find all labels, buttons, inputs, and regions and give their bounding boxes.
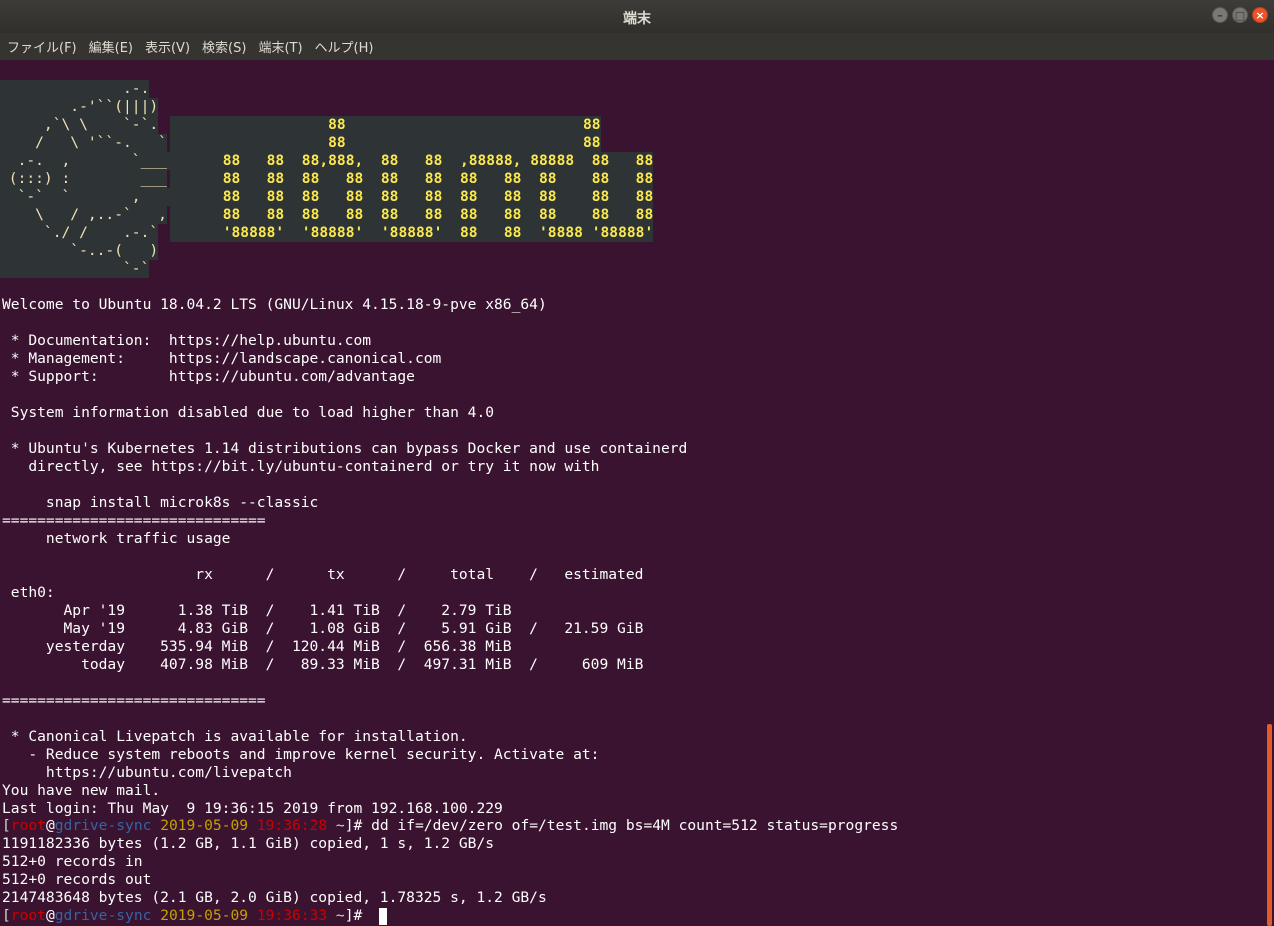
output-line: * Ubuntu's Kubernetes 1.14 distributions…: [2, 440, 688, 457]
output-line: directly, see https://bit.ly/ubuntu-cont…: [2, 458, 600, 475]
menu-help[interactable]: ヘルプ(H): [315, 37, 374, 56]
output-line: - Reduce system reboots and improve kern…: [2, 746, 600, 763]
output-line: Apr '19 1.38 TiB / 1.41 TiB / 2.79 TiB: [2, 602, 512, 619]
logo-row: .-. , `___:: [0, 152, 176, 170]
dd-output-line: 2147483648 bytes (2.1 GB, 2.0 GiB) copie…: [2, 889, 547, 906]
output-line: yesterday 535.94 MiB / 120.44 MiB / 656.…: [2, 638, 512, 655]
logo-ubuntu-word-row: '88888' '88888' '88888' 88 88 '8888 '888…: [170, 224, 654, 242]
logo-circle-part: .-'``(|||): [0, 98, 159, 115]
logo-row: .-'``(|||): [0, 98, 159, 116]
logo-circle-part: `-..-( ): [0, 242, 159, 259]
logo-circle-part: .-. , `___:: [0, 152, 176, 169]
output-line: * Documentation: https://help.ubuntu.com: [2, 332, 372, 349]
logo-circle-part: (:::) : ___: [0, 170, 167, 187]
logo-ubuntu-word-row: 88 88: [170, 116, 601, 134]
terminal-output[interactable]: .-. .-'``(|||) ,`\ \ `-`. 88 88 / \ '``-…: [0, 60, 1274, 926]
output-line: ==============================: [2, 512, 266, 529]
logo-row: ,`\ \ `-`.: [0, 116, 159, 134]
logo-ubuntu-word-row: 88 88 88 88 88 88 88 88 88 88 88: [170, 170, 654, 188]
logo-row: (:::) : ___: [0, 170, 167, 188]
window-title: 端末: [623, 11, 651, 27]
logo-circle-part: \ / ,..-` ,: [0, 206, 167, 223]
text-cursor: [379, 908, 387, 925]
dd-output-line: 512+0 records in: [2, 853, 143, 870]
logo-ubuntu-word-row: 88 88: [170, 134, 601, 152]
output-line: Welcome to Ubuntu 18.04.2 LTS (GNU/Linux…: [2, 296, 547, 313]
output-line: * Support: https://ubuntu.com/advantage: [2, 368, 415, 385]
output-line: You have new mail.: [2, 782, 161, 799]
maximize-icon[interactable]: □: [1232, 7, 1248, 23]
logo-circle-part: / \ '``-. `: [0, 134, 167, 151]
logo-row: / \ '``-. `: [0, 134, 167, 152]
minimize-icon[interactable]: –: [1212, 7, 1228, 23]
title-bar[interactable]: 端末 – □ ×: [0, 0, 1274, 33]
logo-ubuntu-word-row: 88 88 88 88 88 88 88 88 88 88 88: [170, 206, 654, 224]
dd-output-line: 512+0 records out: [2, 871, 152, 888]
logo-row: .-.: [0, 80, 150, 98]
logo-row: `-`: [0, 260, 150, 278]
logo-row: `-..-( ): [0, 242, 159, 260]
logo-circle-part: .-.: [0, 80, 150, 97]
menu-bar: ファイル(F) 編集(E) 表示(V) 検索(S) 端末(T) ヘルプ(H): [0, 33, 1274, 60]
logo-ubuntu-word-row: 88 88 88,888, 88 88 ,88888, 88888 88 88: [170, 152, 654, 170]
output-line: snap install microk8s --classic: [2, 494, 319, 511]
output-line: * Canonical Livepatch is available for i…: [2, 728, 468, 745]
logo-ubuntu-word-row: 88 88 88 88 88 88 88 88 88 88 88: [170, 188, 654, 206]
prompt-line-1: [root@gdrive-sync 2019-05-09 19:36:28 ~]…: [2, 817, 899, 834]
command-text: dd if=/dev/zero of=/test.img bs=4M count…: [371, 817, 899, 834]
output-line: https://ubuntu.com/livepatch: [2, 764, 292, 781]
dd-output-line: 1191182336 bytes (1.2 GB, 1.1 GiB) copie…: [2, 835, 495, 852]
prompt-line-2: [root@gdrive-sync 2019-05-09 19:36:33 ~]…: [2, 907, 372, 924]
menu-view[interactable]: 表示(V): [145, 37, 190, 56]
logo-row: `-` ` , :: [0, 188, 176, 206]
scrollbar-thumb[interactable]: [1267, 724, 1272, 926]
close-icon[interactable]: ×: [1252, 7, 1268, 23]
menu-search[interactable]: 検索(S): [202, 37, 246, 56]
output-line: May '19 4.83 GiB / 1.08 GiB / 5.91 GiB /…: [2, 620, 644, 637]
menu-terminal[interactable]: 端末(T): [258, 37, 302, 56]
output-line: rx / tx / total / estimated: [2, 566, 644, 583]
logo-row: `./ / .-.`: [0, 224, 159, 242]
output-line: Last login: Thu May 9 19:36:15 2019 from…: [2, 800, 503, 817]
menu-file[interactable]: ファイル(F): [7, 37, 77, 56]
output-line: today 407.98 MiB / 89.33 MiB / 497.31 Mi…: [2, 656, 644, 673]
logo-row: \ / ,..-` ,: [0, 206, 167, 224]
output-line: ==============================: [2, 692, 266, 709]
logo-circle-part: `-`: [0, 260, 150, 277]
menu-edit[interactable]: 編集(E): [89, 37, 133, 56]
logo-circle-part: ,`\ \ `-`.: [0, 116, 159, 133]
terminal-window: 端末 – □ × ファイル(F) 編集(E) 表示(V) 検索(S) 端末(T)…: [0, 0, 1274, 926]
output-line: network traffic usage: [2, 530, 231, 547]
logo-circle-part: `./ / .-.`: [0, 224, 159, 241]
logo-circle-part: `-` ` , :: [0, 188, 176, 205]
output-line: * Management: https://landscape.canonica…: [2, 350, 442, 367]
output-line: System information disabled due to load …: [2, 404, 495, 421]
output-line: eth0:: [2, 584, 55, 601]
